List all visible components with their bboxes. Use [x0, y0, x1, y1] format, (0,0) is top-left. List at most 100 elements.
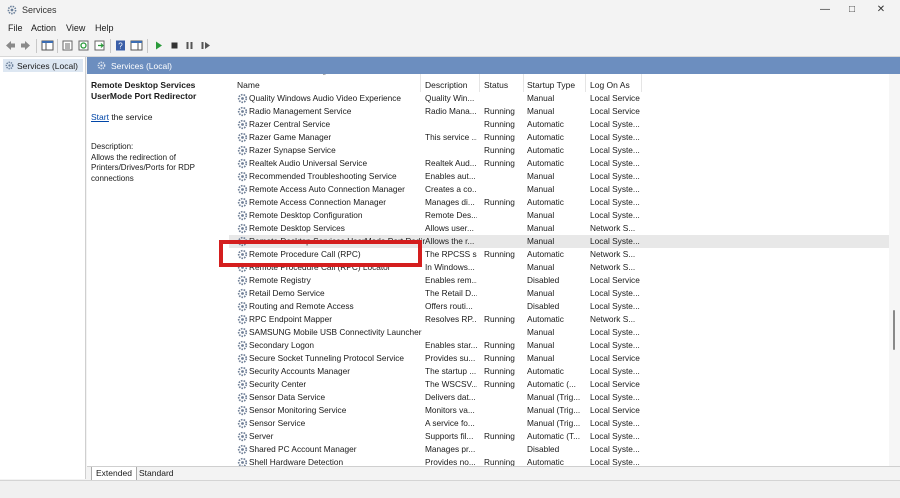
service-row[interactable]: Security Center The WSCSV... Running Automa…: [229, 378, 889, 391]
service-row[interactable]: Sensor Data Service Delivers dat... Manual…: [229, 391, 889, 404]
service-row[interactable]: Radio Management Service Radio Mana... Run…: [229, 105, 889, 118]
tree-item-services-local[interactable]: Services (Local): [3, 59, 83, 72]
service-row[interactable]: Realtek Audio Universal Service Realtek A…: [229, 157, 889, 170]
vertical-scrollbar[interactable]: [889, 74, 900, 466]
service-description-cell: Enables aut...: [425, 171, 476, 181]
service-name: SAMSUNG Mobile USB Connectivity Launcher: [249, 327, 422, 337]
service-name: Remote Access Connection Manager: [249, 197, 386, 207]
service-startup-type: Automatic: [527, 119, 564, 129]
service-row[interactable]: Remote Access Auto Connection Manager Cre…: [229, 183, 889, 196]
service-description-cell: Supports fil...: [425, 431, 474, 441]
service-name: Retail Demo Service: [249, 288, 325, 298]
service-startup-type: Automatic: [527, 314, 564, 324]
service-row[interactable]: Sensor Service A service fo... Manual (Tri…: [229, 417, 889, 430]
service-log-on-as: Local Service: [590, 275, 640, 285]
services-pane: Services (Local) Remote Desktop Services…: [87, 57, 900, 466]
refresh-icon[interactable]: [77, 39, 90, 52]
service-log-on-as: Local Syste...: [590, 210, 640, 220]
service-gear-icon: [237, 145, 248, 156]
service-row[interactable]: Retail Demo Service The Retail D... Manual…: [229, 287, 889, 300]
service-row[interactable]: Razer Synapse Service Running Automatic Loc…: [229, 144, 889, 157]
export-list-icon[interactable]: [93, 39, 106, 52]
service-row[interactable]: Razer Game Manager This service ... Runnin…: [229, 131, 889, 144]
stop-service-icon[interactable]: [168, 39, 181, 52]
service-status: Running: [484, 197, 515, 207]
start-service-play-icon[interactable]: [152, 39, 165, 52]
services-app-icon: [7, 5, 17, 15]
service-startup-type: Manual: [527, 353, 555, 363]
service-startup-type: Automatic: [527, 132, 564, 142]
tree-item-label: Services (Local): [17, 61, 78, 71]
tab-extended[interactable]: Extended: [91, 467, 137, 481]
description-text: Allows the redirection of Printers/Drive…: [91, 152, 195, 183]
service-row[interactable]: RPC Endpoint Mapper Resolves RP... Running…: [229, 313, 889, 326]
service-row[interactable]: Sensor Monitoring Service Monitors va... M…: [229, 404, 889, 417]
service-name: Quality Windows Audio Video Experience: [249, 93, 402, 103]
service-log-on-as: Local Syste...: [590, 366, 640, 376]
service-name: Realtek Audio Universal Service: [249, 158, 368, 168]
menu-help[interactable]: Help: [95, 23, 114, 33]
service-name: Routing and Remote Access: [249, 301, 354, 311]
service-row[interactable]: Shell Hardware Detection Provides no... Ru…: [229, 456, 889, 466]
start-service-link[interactable]: Start: [91, 112, 109, 122]
service-row[interactable]: Routing and Remote Access Offers routi...…: [229, 300, 889, 313]
menu-view[interactable]: View: [66, 23, 85, 33]
service-status: Running: [484, 431, 515, 441]
service-name: Sensor Service: [249, 418, 306, 428]
service-startup-type: Manual: [527, 236, 555, 246]
service-row[interactable]: Remote Access Connection Manager Manages …: [229, 196, 889, 209]
service-description-cell: Quality Win...: [425, 93, 475, 103]
forward-arrow-icon[interactable]: [19, 39, 32, 52]
maximize-button[interactable]: □: [842, 3, 862, 17]
annotation-highlight-box: [219, 240, 422, 267]
column-header-name[interactable]: Name: [237, 80, 260, 90]
service-startup-type: Manual: [527, 288, 555, 298]
service-startup-type: Automatic: [527, 197, 564, 207]
service-row[interactable]: Quality Windows Audio Video Experience Qu…: [229, 92, 889, 105]
menu-action[interactable]: Action: [31, 23, 56, 33]
service-row[interactable]: SAMSUNG Mobile USB Connectivity Launcher…: [229, 326, 889, 339]
service-startup-type: Manual (Trig...: [527, 405, 581, 415]
service-row[interactable]: Razer Central Service Running Automatic Loc…: [229, 118, 889, 131]
column-header-row: ˆ Name Description Status Startup Type L…: [229, 74, 889, 92]
service-row[interactable]: Remote Registry Enables rem... Disabled Loc…: [229, 274, 889, 287]
service-gear-icon: [237, 171, 248, 182]
column-header-description[interactable]: Description: [425, 80, 468, 90]
show-action-pane-icon[interactable]: [130, 39, 143, 52]
properties-icon[interactable]: [61, 39, 74, 52]
service-gear-icon: [237, 431, 248, 442]
service-name: Shared PC Account Manager: [249, 444, 357, 454]
help-icon[interactable]: ?: [114, 39, 127, 52]
back-arrow-icon[interactable]: [4, 39, 17, 52]
gear-icon: [5, 61, 14, 70]
service-log-on-as: Local Syste...: [590, 197, 640, 207]
service-description-cell: This service ...: [425, 132, 477, 142]
pause-service-icon[interactable]: [183, 39, 196, 52]
column-header-status[interactable]: Status: [484, 80, 508, 90]
column-header-startup-type[interactable]: Startup Type: [527, 80, 575, 90]
scrollbar-thumb[interactable]: [893, 310, 895, 350]
minimize-button[interactable]: —: [815, 3, 835, 17]
service-row[interactable]: Secure Socket Tunneling Protocol Service…: [229, 352, 889, 365]
service-gear-icon: [237, 223, 248, 234]
start-service-line: Start the service: [91, 112, 152, 122]
menu-file[interactable]: File: [8, 23, 23, 33]
close-button[interactable]: ✕: [871, 3, 891, 17]
service-row[interactable]: Remote Desktop Configuration Remote Des..…: [229, 209, 889, 222]
service-row[interactable]: Recommended Troubleshooting Service Enabl…: [229, 170, 889, 183]
show-console-tree-icon[interactable]: [41, 39, 54, 52]
restart-service-icon[interactable]: [199, 39, 212, 52]
service-startup-type: Automatic: [527, 249, 564, 259]
service-row[interactable]: Shared PC Account Manager Manages pr... Di…: [229, 443, 889, 456]
service-row[interactable]: Server Supports fil... Running Automatic (T…: [229, 430, 889, 443]
service-gear-icon: [237, 340, 248, 351]
service-row[interactable]: Security Accounts Manager The startup ...…: [229, 365, 889, 378]
tab-standard[interactable]: Standard: [135, 467, 178, 480]
service-row[interactable]: Secondary Logon Enables star... Running Man…: [229, 339, 889, 352]
service-row[interactable]: Remote Desktop Services Allows user... Man…: [229, 222, 889, 235]
service-gear-icon: [237, 132, 248, 143]
service-description-cell: Radio Mana...: [425, 106, 477, 116]
service-name: Remote Desktop Services: [249, 223, 345, 233]
service-startup-type: Manual: [527, 340, 555, 350]
column-header-log-on-as[interactable]: Log On As: [590, 80, 630, 90]
